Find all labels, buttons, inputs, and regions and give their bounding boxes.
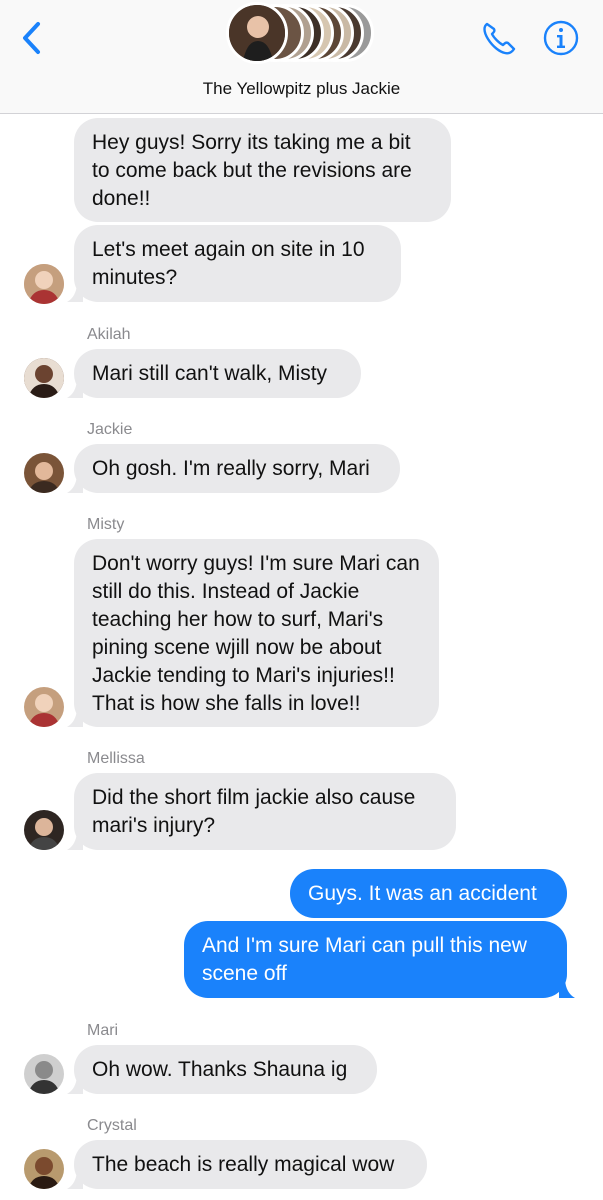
group-avatar-stack[interactable] xyxy=(226,2,376,68)
message-bubble-outgoing[interactable]: Guys. It was an accident xyxy=(290,869,567,918)
sender-name: Mellissa xyxy=(87,750,145,767)
bubble-tail xyxy=(67,475,83,493)
portrait-image xyxy=(24,264,64,304)
avatar[interactable] xyxy=(24,358,64,398)
message-bubble[interactable]: Oh wow. Thanks Shauna ig xyxy=(67,1045,377,1094)
sender-name: Akilah xyxy=(87,326,131,343)
info-icon xyxy=(543,20,579,56)
message-text: Don't worry guys! I'm sure Mari can stil… xyxy=(92,552,420,715)
bubble-tail xyxy=(67,832,83,850)
portrait-image xyxy=(24,687,64,727)
avatar[interactable] xyxy=(24,1149,64,1189)
message-text: Oh gosh. I'm really sorry, Mari xyxy=(92,457,370,480)
avatar[interactable] xyxy=(24,687,64,727)
message-text: Guys. It was an accident xyxy=(308,882,537,905)
bubble-tail xyxy=(67,709,83,727)
phone-icon xyxy=(483,22,516,55)
message-text: Hey guys! Sorry its taking me a bit to c… xyxy=(92,131,412,210)
avatar[interactable] xyxy=(24,264,64,304)
chevron-left-icon xyxy=(23,22,40,54)
bubble-tail xyxy=(67,380,83,398)
call-button[interactable] xyxy=(480,18,518,58)
message-text: Did the short film jackie also cause mar… xyxy=(92,786,416,837)
message-bubble[interactable]: Mari still can't walk, Misty xyxy=(67,349,361,398)
sender-name: Misty xyxy=(87,516,125,533)
message-text: Let's meet again on site in 10 minutes? xyxy=(92,238,365,289)
sender-name: Crystal xyxy=(87,1117,137,1134)
message-bubble[interactable]: Did the short film jackie also cause mar… xyxy=(67,773,456,850)
back-button[interactable] xyxy=(16,18,52,58)
portrait-image xyxy=(24,810,64,850)
message-text: And I'm sure Mari can pull this new scen… xyxy=(202,934,527,985)
message-text: The beach is really magical wow xyxy=(92,1153,395,1176)
message-bubble[interactable]: Oh gosh. I'm really sorry, Mari xyxy=(67,444,400,493)
avatar[interactable] xyxy=(24,1054,64,1094)
conversation-header: The Yellowpitz plus Jackie xyxy=(0,0,603,114)
info-button[interactable] xyxy=(541,18,581,58)
bubble-tail xyxy=(559,980,575,998)
message-bubble-outgoing[interactable]: And I'm sure Mari can pull this new scen… xyxy=(184,921,575,998)
message-bubble[interactable]: Don't worry guys! I'm sure Mari can stil… xyxy=(67,539,439,727)
portrait-image xyxy=(24,358,64,398)
bubble-tail xyxy=(67,1171,83,1189)
message-text: Mari still can't walk, Misty xyxy=(92,362,328,385)
portrait-image xyxy=(24,1149,64,1189)
bubble-tail xyxy=(67,1076,83,1094)
sender-name: Mari xyxy=(87,1022,119,1039)
message-text: Oh wow. Thanks Shauna ig xyxy=(92,1058,348,1081)
group-avatar xyxy=(226,2,288,64)
bubble-tail xyxy=(67,284,83,302)
sender-name: Jackie xyxy=(87,421,133,438)
portrait-image xyxy=(24,1054,64,1094)
message-bubble[interactable]: Hey guys! Sorry its taking me a bit to c… xyxy=(74,118,451,222)
portrait-image xyxy=(24,453,64,493)
avatar[interactable] xyxy=(24,810,64,850)
message-bubble[interactable]: Let's meet again on site in 10 minutes? xyxy=(67,225,401,302)
conversation-title[interactable]: The Yellowpitz plus Jackie xyxy=(0,79,603,99)
message-bubble[interactable]: The beach is really magical wow xyxy=(67,1140,427,1189)
portrait-image xyxy=(229,5,285,61)
avatar[interactable] xyxy=(24,453,64,493)
